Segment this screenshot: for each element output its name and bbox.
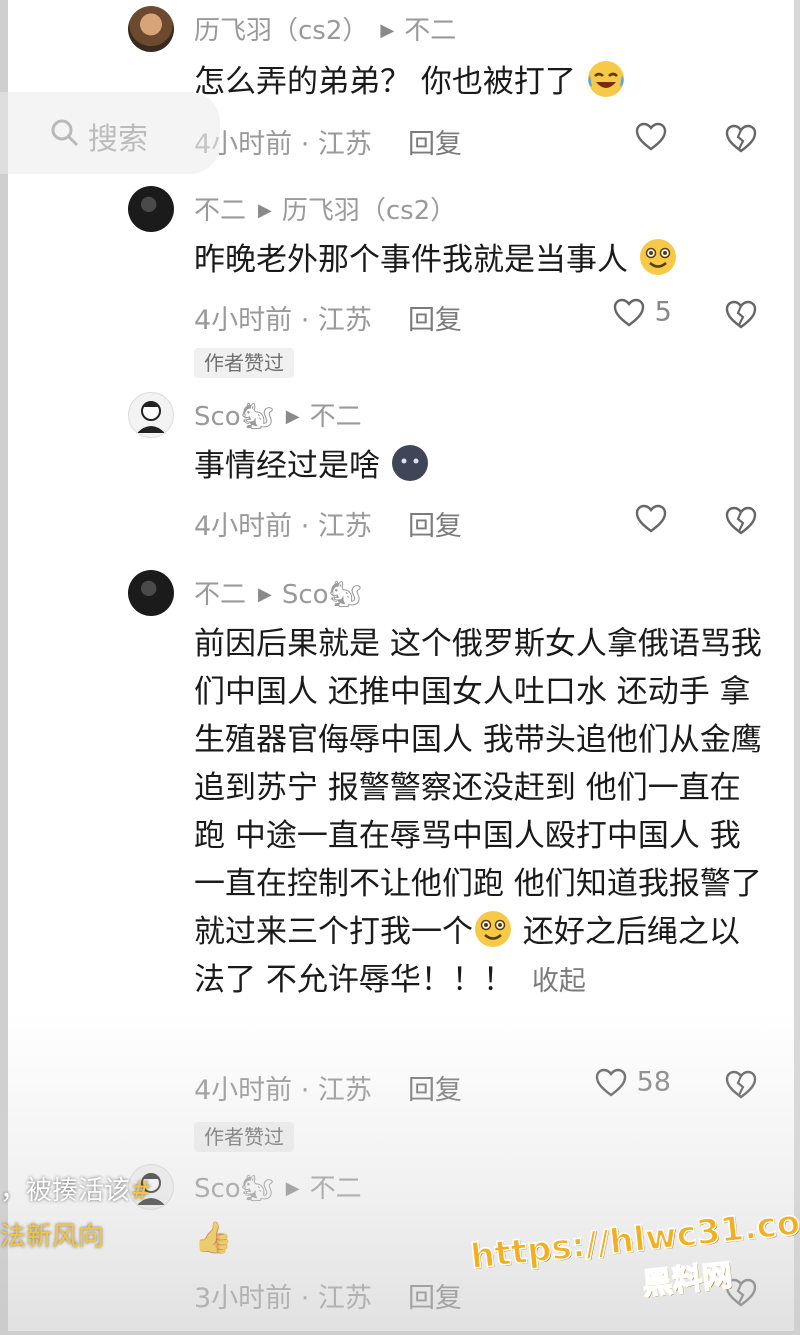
- comment-text: 怎么弄的弟弟？ 你也被打了: [194, 58, 764, 106]
- comment-time: 4小时前 · 江苏: [194, 511, 372, 542]
- dark-face-emoji-icon: [391, 445, 428, 481]
- like-button[interactable]: [634, 120, 668, 154]
- laugh-cry-emoji-icon: [587, 61, 624, 97]
- search-label: 搜索: [88, 122, 148, 157]
- hashtag-symbol[interactable]: #: [130, 1176, 152, 1206]
- video-topic-link[interactable]: 法新风向: [0, 1216, 104, 1253]
- reply-button[interactable]: 回复: [408, 305, 462, 336]
- reply-to-name[interactable]: 不二: [404, 16, 456, 46]
- comment-meta: 3小时前 · 江苏 回复: [194, 1276, 462, 1315]
- like-button[interactable]: 58: [594, 1066, 671, 1100]
- reply-arrow-icon: ▶: [258, 200, 272, 221]
- bottom-edge: [0, 1331, 800, 1335]
- comment-header: 不二 ▶ 历飞羽（cs2）: [194, 190, 456, 227]
- avatar[interactable]: [128, 570, 174, 616]
- author-name[interactable]: 不二: [194, 580, 246, 610]
- author-liked-badge: 作者赞过: [194, 348, 294, 378]
- smile-emoji-icon: [639, 239, 676, 275]
- search-button[interactable]: 搜索: [0, 92, 220, 174]
- author-name[interactable]: 历飞羽（cs2）: [194, 16, 368, 46]
- comment-meta: 4小时前 · 江苏 回复: [194, 504, 462, 543]
- comment-text: 前因后果就是 这个俄罗斯女人拿俄语骂我们中国人 还推中国女人吐口水 还动手 拿生…: [194, 626, 762, 998]
- reply-to-name[interactable]: 不二: [310, 402, 362, 432]
- smile-emoji-icon: [475, 911, 511, 947]
- reply-arrow-icon: ▶: [285, 406, 300, 427]
- author-name[interactable]: Sco🐿: [194, 1174, 274, 1204]
- like-button[interactable]: [634, 502, 668, 536]
- heart-icon: [635, 504, 667, 533]
- dislike-broken-heart-icon[interactable]: [724, 1068, 758, 1102]
- collapse-button[interactable]: 收起: [532, 966, 586, 997]
- heart-icon: [635, 122, 667, 151]
- like-count: 5: [654, 296, 672, 328]
- comment-time: 4小时前 · 江苏: [194, 129, 372, 160]
- comment-time: 4小时前 · 江苏: [194, 305, 372, 336]
- dislike-broken-heart-icon[interactable]: [724, 504, 758, 538]
- thumbs-up-emoji-icon: 👍: [194, 1220, 233, 1256]
- dislike-broken-heart-icon[interactable]: [724, 298, 758, 332]
- comment-text: 昨晚老外那个事件我就是当事人: [194, 236, 764, 284]
- avatar[interactable]: [128, 6, 174, 52]
- frame-edge-left: [0, 0, 8, 1335]
- like-button[interactable]: 5: [612, 296, 672, 330]
- author-liked-badge: 作者赞过: [194, 1122, 294, 1152]
- frame-edge-right: [794, 0, 800, 1335]
- reply-to-name[interactable]: 历飞羽（cs2）: [282, 196, 456, 226]
- comment-text: 事情经过是啥: [194, 442, 764, 490]
- cartoon-avatar-icon: [137, 401, 165, 433]
- comment-header: Sco🐿 ▶ 不二: [194, 396, 362, 433]
- video-caption: ，被揍活该#: [0, 1176, 152, 1206]
- comment-meta: 4小时前 · 江苏 回复: [194, 298, 462, 337]
- reply-button[interactable]: 回复: [408, 511, 462, 542]
- comment-time: 3小时前 · 江苏: [194, 1283, 372, 1314]
- like-count: 58: [636, 1066, 671, 1098]
- comment-meta: 4小时前 · 江苏 回复: [194, 1068, 462, 1107]
- comment-header: 历飞羽（cs2） ▶ 不二: [194, 10, 456, 47]
- heart-icon: [613, 298, 645, 327]
- comment-header: Sco🐿 ▶ 不二: [194, 1168, 362, 1205]
- author-name[interactable]: Sco🐿: [194, 402, 274, 432]
- comment-time: 4小时前 · 江苏: [194, 1075, 372, 1106]
- reply-arrow-icon: ▶: [285, 1178, 300, 1199]
- heart-icon: [595, 1068, 627, 1097]
- reply-button[interactable]: 回复: [408, 129, 462, 160]
- author-name[interactable]: 不二: [194, 196, 246, 226]
- reply-button[interactable]: 回复: [408, 1075, 462, 1106]
- comment-header: 不二 ▶ Sco🐿: [194, 574, 362, 611]
- avatar[interactable]: [128, 186, 174, 232]
- avatar[interactable]: [128, 392, 174, 438]
- reply-to-name[interactable]: 不二: [310, 1174, 362, 1204]
- dislike-broken-heart-icon[interactable]: [724, 122, 758, 156]
- comment-meta: 4小时前 · 江苏 回复: [194, 122, 462, 161]
- search-icon: [51, 119, 79, 147]
- reply-button[interactable]: 回复: [408, 1283, 462, 1314]
- reply-arrow-icon: ▶: [258, 584, 272, 605]
- reply-to-name[interactable]: Sco🐿: [282, 580, 362, 610]
- reply-arrow-icon: ▶: [380, 20, 395, 41]
